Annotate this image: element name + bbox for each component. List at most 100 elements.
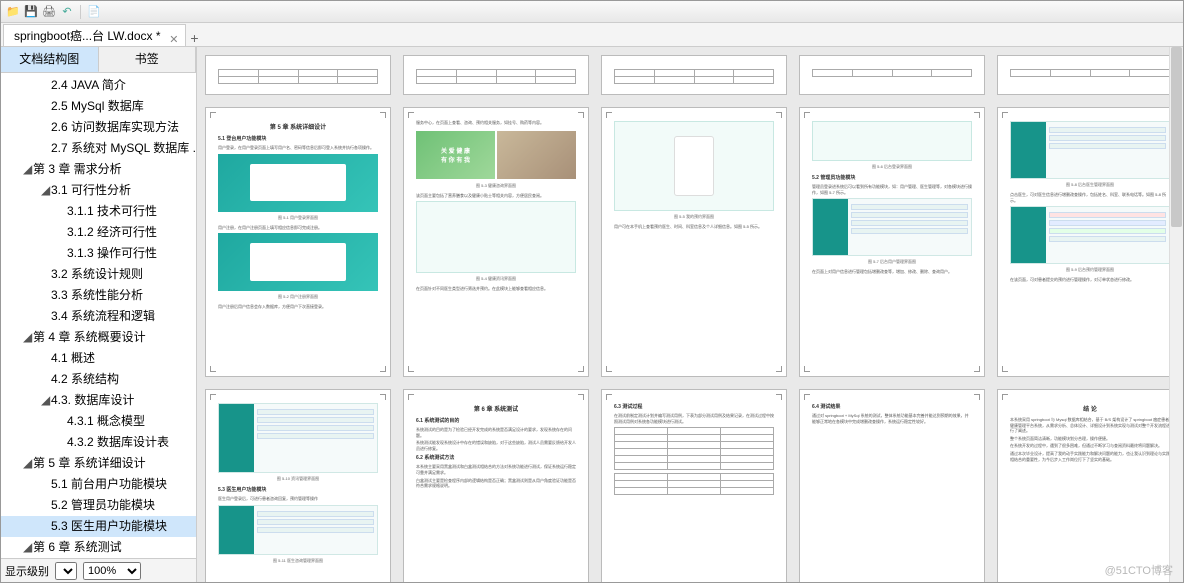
page-thumb[interactable]: 图 5-6 后台登录界面图 5.2 管理员功能模块 管理员登录进系统后可以看到所… [799,107,985,377]
outline-item[interactable]: 5.2 管理员功能模块 [1,495,196,516]
page-thumb[interactable]: 图 5-8 后台医生管理界面图 点击医生，可对医生信息进行增删改查操作，包括姓名… [997,107,1183,377]
outline-item[interactable]: 2.5 MySql 数据库 [1,96,196,117]
page-thumb[interactable]: 图 5-10 资讯管理界面图 5.3 医生用户功能模块 医生用户登录后，可进行患… [205,389,391,582]
outline-item[interactable]: 4.1 概述 [1,348,196,369]
page-thumb[interactable]: 第 5 章 系统详细设计 5.1 登台用户功能模块 用户登录，在用户登录页面上填… [205,107,391,377]
figure-caption: 图 5-4 健康资讯界面图 [416,276,576,282]
page-thumb[interactable] [205,55,391,95]
body-text: 在测试前制定测试计划并编写测试用例，下表为部分测试用例及结果记录，在测试过程中按… [614,413,774,424]
outline-item[interactable]: ◢4.3. 数据库设计 [1,390,196,411]
figure-image [1010,121,1170,179]
outline-item[interactable]: 2.6 访问数据库实现方法 [1,117,196,138]
figure-caption: 图 5-10 资讯管理界面图 [218,476,378,482]
chapter-title: 第 5 章 系统详细设计 [218,122,378,131]
body-text: 医生用户登录后，可进行患者咨询回复，预约管理等操作 [218,496,378,502]
level-select[interactable] [55,562,77,580]
outline-item[interactable]: ◢第 5 章 系统详细设计 [1,453,196,474]
section-heading: 5.3 医生用户功能模块 [218,486,378,493]
body-text: 在系统开发的过程中，遇到了很多困难，但通过不断学习与查阅资料最终将问题解决。 [1010,443,1170,449]
outline-item[interactable]: 4.3.2 数据库设计表 [1,432,196,453]
figure-image [812,121,972,161]
body-text: 在该页面，可对患者提交的预约进行管理操作，对订单状态进行修改。 [1010,277,1170,283]
sidebar-footer: 显示级别 100% [1,558,196,582]
body-text: 本系统主要采用黑盒测试和白盒测试相结合的方法对系统功能进行测试，保证系统运行稳定… [416,464,576,475]
outline-item[interactable]: 2.4 JAVA 简介 [1,75,196,96]
figure-image: 关 爱 健 康有 你 有 我 [416,131,495,179]
document-canvas[interactable]: 第 5 章 系统详细设计 5.1 登台用户功能模块 用户登录，在用户登录页面上填… [197,47,1183,582]
body-text: 系统测试能发现系统设计中存在的错误和缺陷，对于这些缺陷，测试人员需要反馈给开发人… [416,440,576,451]
section-heading: 6.2 系统测试方法 [416,454,576,461]
page-thumb[interactable] [601,55,787,95]
outline-item[interactable]: 3.2 系统设计规则 [1,264,196,285]
page-thumb[interactable]: 结 论 本系统采用 springboot 与 Mysql 数据库相结合，基于 B… [997,389,1183,582]
doc-icon[interactable]: 📄 [86,4,102,20]
outline-item[interactable]: 5.1 前台用户功能模块 [1,474,196,495]
section-heading: 6.4 测试结果 [812,403,972,410]
page-thumb[interactable]: 服务中心，在页面上查看、咨询、预约相关服务，如挂号、购药等内容。 关 爱 健 康… [403,107,589,377]
outline-item[interactable]: 3.4 系统流程和逻辑 [1,306,196,327]
page-thumb[interactable] [997,55,1183,95]
outline-item[interactable]: ◢第 6 章 系统测试 [1,537,196,558]
body-text: 系统测试的目的是为了检验已经开发完成的系统是否满足设计的要求，发现系统存在的问题… [416,427,576,438]
open-icon[interactable]: 📁 [5,4,21,20]
outline-item[interactable]: 3.1.1 技术可行性 [1,201,196,222]
document-tab[interactable]: springboot癌...台 LW.docx * ✕ [3,24,186,46]
tab-bookmarks[interactable]: 书签 [99,47,197,72]
body-text: 通过对 springboot + MySql 系统的测试，整体系统功能基本完善并… [812,413,972,424]
level-label: 显示级别 [5,563,49,579]
outline-item[interactable]: 5.3 医生用户功能模块 [1,516,196,537]
tab-outline[interactable]: 文档结构图 [1,47,99,72]
section-heading: 6.1 系统测试的目的 [416,417,576,424]
outline-item[interactable]: 3.3 系统性能分析 [1,285,196,306]
figure-image [1010,206,1170,264]
page-thumb[interactable]: 图 5-5 我的预约界面图 用户可在本手机上查看预约医生、时间、科室信息及个人详… [601,107,787,377]
outline-item[interactable]: ◢第 3 章 需求分析 [1,159,196,180]
outline-item[interactable]: ◢3.1 可行性分析 [1,180,196,201]
close-icon[interactable]: ✕ [169,29,178,51]
figure-caption: 图 5-3 健康咨询界面图 [416,183,576,189]
page-thumb[interactable] [799,55,985,95]
section-heading: 5.1 登台用户功能模块 [218,135,378,142]
outline-tree: 2.4 JAVA 简介2.5 MySql 数据库2.6 访问数据库实现方法2.7… [1,73,196,558]
section-heading: 5.2 管理员功能模块 [812,174,972,181]
undo-icon[interactable]: ↶ [59,4,75,20]
outline-item[interactable]: 3.1.3 操作可行性 [1,243,196,264]
body-text: 用户登录，在用户登录页面上填写用户名、密码等信息后即可登入系统并执行各项操作。 [218,145,378,151]
body-text: 在页面针对不同医生类型进行筛选并预约。在此模块上能够查看相应信息。 [416,286,576,292]
figure-image [416,201,576,273]
page-thumbnails: 第 5 章 系统详细设计 5.1 登台用户功能模块 用户登录，在用户登录页面上填… [205,55,1175,582]
body-text: 整个系统页面简洁清晰，功能模块划分合理，操作便捷。 [1010,436,1170,442]
page-thumb[interactable] [403,55,589,95]
outline-item[interactable]: 2.7 系统对 MySQL 数据库 ... [1,138,196,159]
figure-caption: 图 5-11 医生咨询管理界面图 [218,558,378,564]
outline-item[interactable]: 4.3.1 概念模型 [1,411,196,432]
section-heading: 6.3 测试过程 [614,403,774,410]
save-icon[interactable]: 💾 [23,4,39,20]
figure-caption: 图 5-6 后台登录界面图 [812,164,972,170]
body-text: 服务中心，在页面上查看、咨询、预约相关服务，如挂号、购药等内容。 [416,120,576,126]
body-text: 该页面主要包括了营养膳食以及健康小贴士等相关内容，方便居民查阅。 [416,193,576,199]
body-text: 用户注册后用户信息会存入数据库，方便用户下次直接登录。 [218,304,378,310]
body-text: 用户可在本手机上查看预约医生、时间、科室信息及个人详细信息。如图 5-5 所示。 [614,224,774,230]
outline-item[interactable]: 4.2 系统结构 [1,369,196,390]
print-icon[interactable]: 🖨 [41,4,57,20]
figure-image [218,233,378,291]
body-text: 通过本次毕业设计，提高了我的动手实践能力和解决问题的能力，也让我认识到理论与实践… [1010,451,1170,462]
zoom-select[interactable]: 100% [83,562,141,580]
page-thumb[interactable]: 6.3 测试过程 在测试前制定测试计划并编写测试用例，下表为部分测试用例及结果记… [601,389,787,582]
body-text: 管理员登录进系统后可以看到所有功能模块，如：用户管理、医生管理等，对各模块进行操… [812,184,972,195]
page-thumb[interactable]: 6.4 测试结果 通过对 springboot + MySql 系统的测试，整体… [799,389,985,582]
figure-caption: 图 5-5 我的预约界面图 [614,214,774,220]
scrollbar-thumb[interactable] [1171,47,1182,227]
figure-caption: 图 5-8 后台医生管理界面图 [1010,182,1170,188]
test-table [614,427,774,470]
figure-image [497,131,576,179]
figure-image [812,198,972,256]
outline-item[interactable]: ◢第 4 章 系统概要设计 [1,327,196,348]
watermark: @51CTO博客 [1105,562,1173,578]
page-thumb[interactable]: 第 6 章 系统测试 6.1 系统测试的目的 系统测试的目的是为了检验已经开发完… [403,389,589,582]
add-tab-button[interactable]: + [186,30,204,46]
vertical-scrollbar[interactable] [1169,47,1183,582]
body-text: 在页面上对用户信息进行管理包括增删改查等，增加、修改、删除、查询用户。 [812,269,972,275]
outline-item[interactable]: 3.1.2 经济可行性 [1,222,196,243]
